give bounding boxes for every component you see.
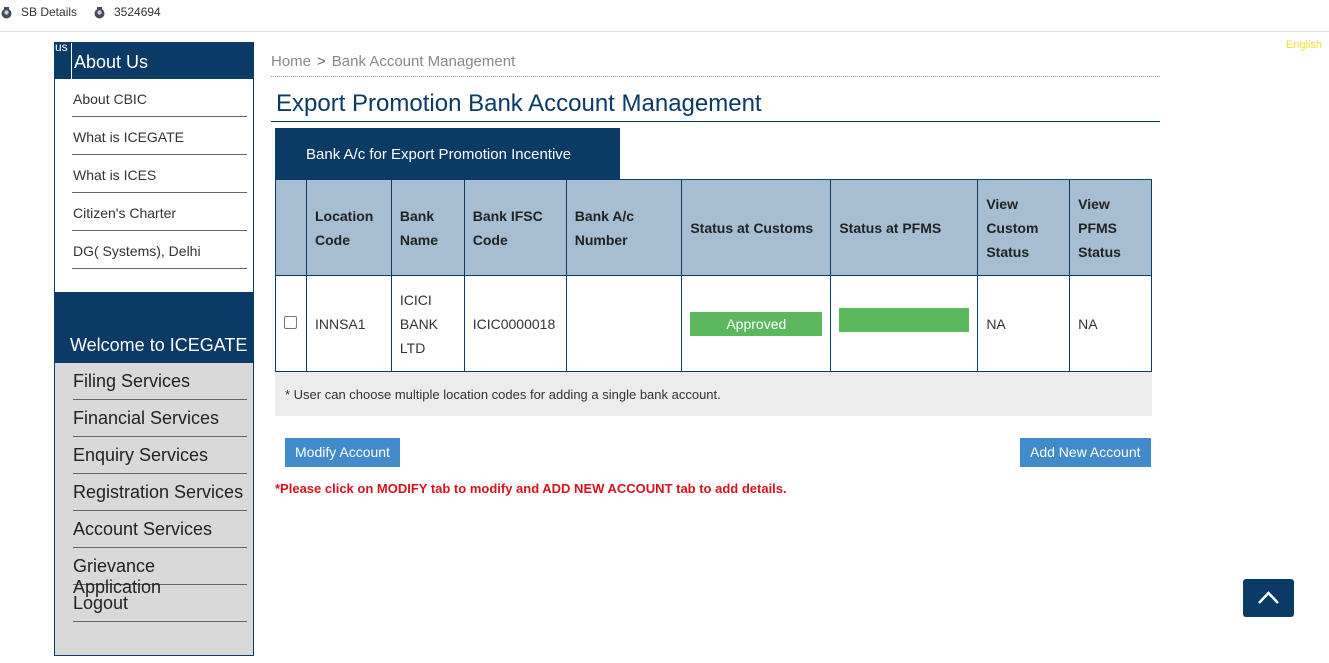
corner-text: us xyxy=(55,40,68,54)
sidebar-item-filing-services[interactable]: Filing Services xyxy=(73,363,247,400)
header-status-customs: Status at Customs xyxy=(681,179,832,276)
header-bank-name: Bank Name xyxy=(390,179,465,276)
breadcrumb-separator: > xyxy=(317,53,326,70)
header-view-pfms-status: View PFMS Status xyxy=(1069,179,1152,276)
user-id-label: 3524694 xyxy=(114,5,161,19)
ifsc-cell: ICIC0000018 xyxy=(463,275,567,372)
header-select xyxy=(275,179,307,276)
sidebar-item-registration-services[interactable]: Registration Services xyxy=(73,474,247,511)
page-title: Export Promotion Bank Account Management xyxy=(271,90,1160,122)
sidebar-item-about-cbic[interactable]: About CBIC xyxy=(72,79,247,117)
language-link[interactable]: English xyxy=(1286,39,1322,51)
header-view-custom-status: View Custom Status xyxy=(977,179,1071,276)
header-ifsc-code: Bank IFSC Code xyxy=(463,179,567,276)
top-bar: SB Details 3524694 xyxy=(0,0,1329,32)
bank-name-cell: ICICI BANK LTD xyxy=(390,275,465,372)
sidebar-item-grievance-application[interactable]: Grievance Application xyxy=(73,548,247,597)
sidebar-item-what-is-ices[interactable]: What is ICES xyxy=(72,155,247,193)
status-pfms-cell xyxy=(830,275,979,372)
tab-export-promotion[interactable]: Bank A/c for Export Promotion Incentive xyxy=(275,128,620,180)
table-header-row: Location Code Bank Name Bank IFSC Code B… xyxy=(275,179,1152,276)
row-checkbox[interactable] xyxy=(284,315,297,329)
bank-accounts-table: Location Code Bank Name Bank IFSC Code B… xyxy=(275,179,1152,372)
welcome-header: Welcome to ICEGATE xyxy=(55,292,253,363)
header-location-code: Location Code xyxy=(305,179,392,276)
view-pfms-status-cell: NA xyxy=(1069,275,1152,372)
sb-details-link[interactable]: SB Details xyxy=(0,5,77,19)
status-customs-badge: Approved xyxy=(690,311,823,336)
header-account-number: Bank A/c Number xyxy=(565,179,683,276)
user-id-link[interactable]: 3524694 xyxy=(93,5,161,19)
header-status-pfms: Status at PFMS xyxy=(830,179,979,276)
modify-account-button[interactable]: Modify Account xyxy=(285,438,400,467)
about-us-title: About Us xyxy=(74,52,149,72)
scroll-to-top-button[interactable] xyxy=(1243,579,1294,617)
breadcrumb-home[interactable]: Home xyxy=(271,53,311,70)
instruction-warning: *Please click on MODIFY tab to modify an… xyxy=(275,481,787,496)
add-new-account-button[interactable]: Add New Account xyxy=(1020,438,1151,467)
breadcrumb-current: Bank Account Management xyxy=(331,53,516,70)
about-us-header: us About Us xyxy=(55,40,253,79)
select-cell xyxy=(275,275,307,372)
sidebar-item-financial-services[interactable]: Financial Services xyxy=(73,400,247,437)
account-number-cell xyxy=(565,275,683,372)
table-row: INNSA1 ICICI BANK LTD ICIC0000018 Approv… xyxy=(275,275,1152,372)
about-menu: About CBIC What is ICEGATE What is ICES … xyxy=(72,79,247,269)
header-divider xyxy=(71,43,72,79)
sidebar-item-what-is-icegate[interactable]: What is ICEGATE xyxy=(72,117,247,155)
sidebar-item-account-services[interactable]: Account Services xyxy=(73,511,247,548)
sb-details-label: SB Details xyxy=(21,5,78,19)
badge-icon xyxy=(94,6,105,18)
chevron-up-icon xyxy=(1258,591,1279,604)
table-note: * User can choose multiple location code… xyxy=(275,372,1152,416)
sidebar-item-enquiry-services[interactable]: Enquiry Services xyxy=(73,437,247,474)
sidebar: us About Us About CBIC What is ICEGATE W… xyxy=(54,40,254,656)
services-menu: Filing Services Financial Services Enqui… xyxy=(55,363,253,655)
view-custom-status-cell: NA xyxy=(977,275,1071,372)
breadcrumb: Home > Bank Account Management xyxy=(271,53,1160,77)
status-customs-cell: Approved xyxy=(681,275,832,372)
location-code-cell: INNSA1 xyxy=(305,275,392,372)
sidebar-item-dg-systems[interactable]: DG( Systems), Delhi xyxy=(72,231,247,269)
status-pfms-badge xyxy=(839,308,970,332)
sidebar-item-citizens-charter[interactable]: Citizen's Charter xyxy=(72,193,247,231)
badge-icon xyxy=(1,6,12,18)
